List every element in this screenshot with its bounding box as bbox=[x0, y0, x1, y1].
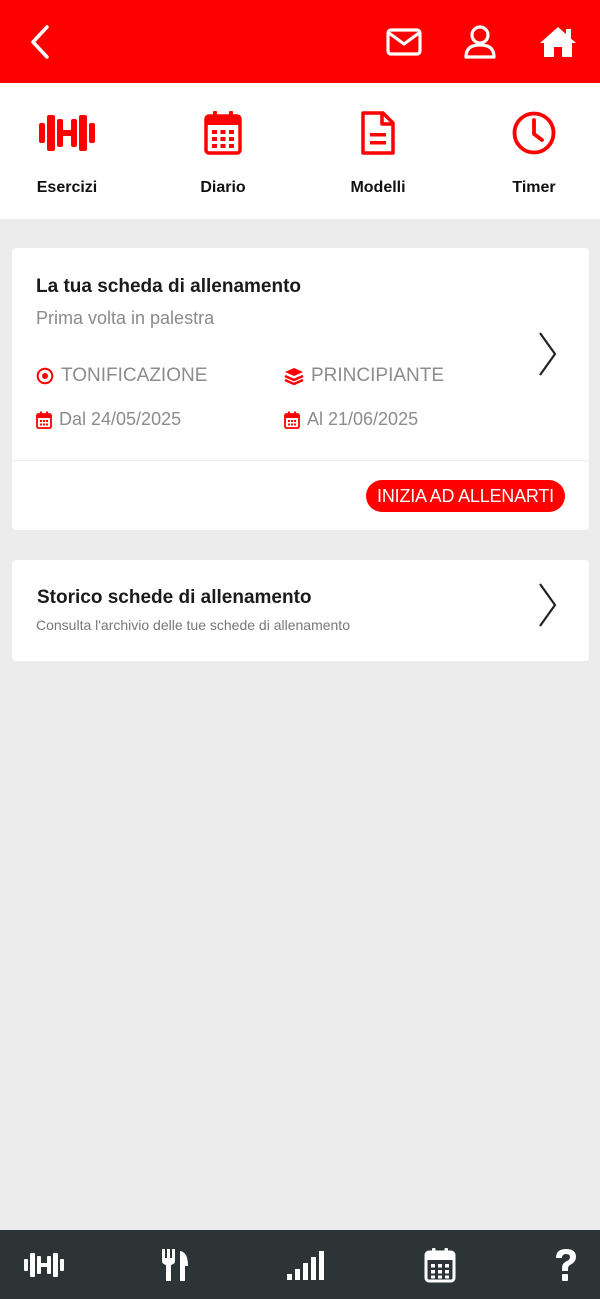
calendar-icon bbox=[36, 411, 52, 429]
bottom-nav-calendar[interactable] bbox=[410, 1230, 470, 1299]
home-button[interactable] bbox=[538, 22, 578, 62]
back-button[interactable] bbox=[20, 22, 60, 62]
mail-icon bbox=[386, 28, 422, 56]
quicknav-label: Timer bbox=[512, 179, 556, 196]
quicknav-item-modelli[interactable]: Modelli bbox=[313, 107, 443, 207]
quicknav-item-esercizi[interactable]: Esercizi bbox=[2, 107, 132, 207]
quicknav-item-timer[interactable]: Timer bbox=[469, 107, 599, 207]
messages-button[interactable] bbox=[384, 22, 424, 62]
home-icon bbox=[540, 27, 576, 57]
target-icon bbox=[36, 367, 54, 385]
back-arrow-icon bbox=[31, 25, 49, 59]
chevron-right-icon[interactable] bbox=[537, 330, 559, 378]
quick-nav: Esercizi Diario Modelli Timer bbox=[0, 83, 600, 219]
document-icon bbox=[361, 111, 395, 155]
user-icon bbox=[464, 25, 496, 59]
quicknav-label: Esercizi bbox=[36, 179, 98, 196]
level-info: PRINCIPIANTE bbox=[284, 365, 444, 387]
chevron-right-icon[interactable] bbox=[537, 581, 559, 629]
bottom-nav-help[interactable] bbox=[536, 1230, 596, 1299]
card-title: Storico schede di allenamento bbox=[37, 587, 312, 608]
calendar-icon bbox=[424, 1247, 456, 1282]
dumbbell-icon bbox=[39, 115, 95, 151]
quicknav-label: Modelli bbox=[350, 179, 406, 196]
bottom-nav-progress[interactable] bbox=[276, 1230, 336, 1299]
end-date-info: Al 21/06/2025 bbox=[284, 409, 418, 430]
current-workout-card[interactable]: La tua scheda di allenamento Prima volta… bbox=[12, 248, 589, 530]
start-date-info: Dal 24/05/2025 bbox=[36, 409, 181, 430]
bottom-nav-nutrition[interactable] bbox=[145, 1230, 205, 1299]
end-date-text: Al 21/06/2025 bbox=[307, 409, 419, 429]
profile-button[interactable] bbox=[460, 22, 500, 62]
layers-icon bbox=[284, 368, 304, 385]
card-title: La tua scheda di allenamento bbox=[36, 276, 302, 297]
level-text: PRINCIPIANTE bbox=[311, 365, 445, 386]
bottom-nav-workouts[interactable] bbox=[14, 1230, 74, 1299]
card-subtitle: Consulta l'archivio delle tue schede di … bbox=[36, 617, 350, 633]
dumbbell-icon bbox=[24, 1252, 64, 1277]
quicknav-label: Diario bbox=[200, 179, 246, 196]
start-date-text: Dal 24/05/2025 bbox=[59, 409, 182, 429]
workout-history-card[interactable]: Storico schede di allenamento Consulta l… bbox=[12, 560, 589, 661]
fork-knife-icon bbox=[162, 1248, 188, 1281]
clock-icon bbox=[512, 111, 556, 155]
calendar-icon bbox=[284, 411, 300, 429]
signal-bars-icon bbox=[287, 1250, 324, 1280]
goal-info: TONIFICAZIONE bbox=[36, 365, 207, 387]
top-app-bar bbox=[0, 0, 600, 83]
calendar-icon bbox=[204, 111, 242, 155]
goal-text: TONIFICAZIONE bbox=[61, 365, 208, 386]
bottom-nav-bar bbox=[0, 1230, 600, 1299]
divider bbox=[12, 460, 589, 461]
quicknav-item-diario[interactable]: Diario bbox=[158, 107, 288, 207]
question-icon bbox=[556, 1248, 576, 1281]
card-subtitle: Prima volta in palestra bbox=[36, 308, 215, 328]
start-training-button[interactable]: INIZIA AD ALLENARTI bbox=[366, 480, 565, 512]
